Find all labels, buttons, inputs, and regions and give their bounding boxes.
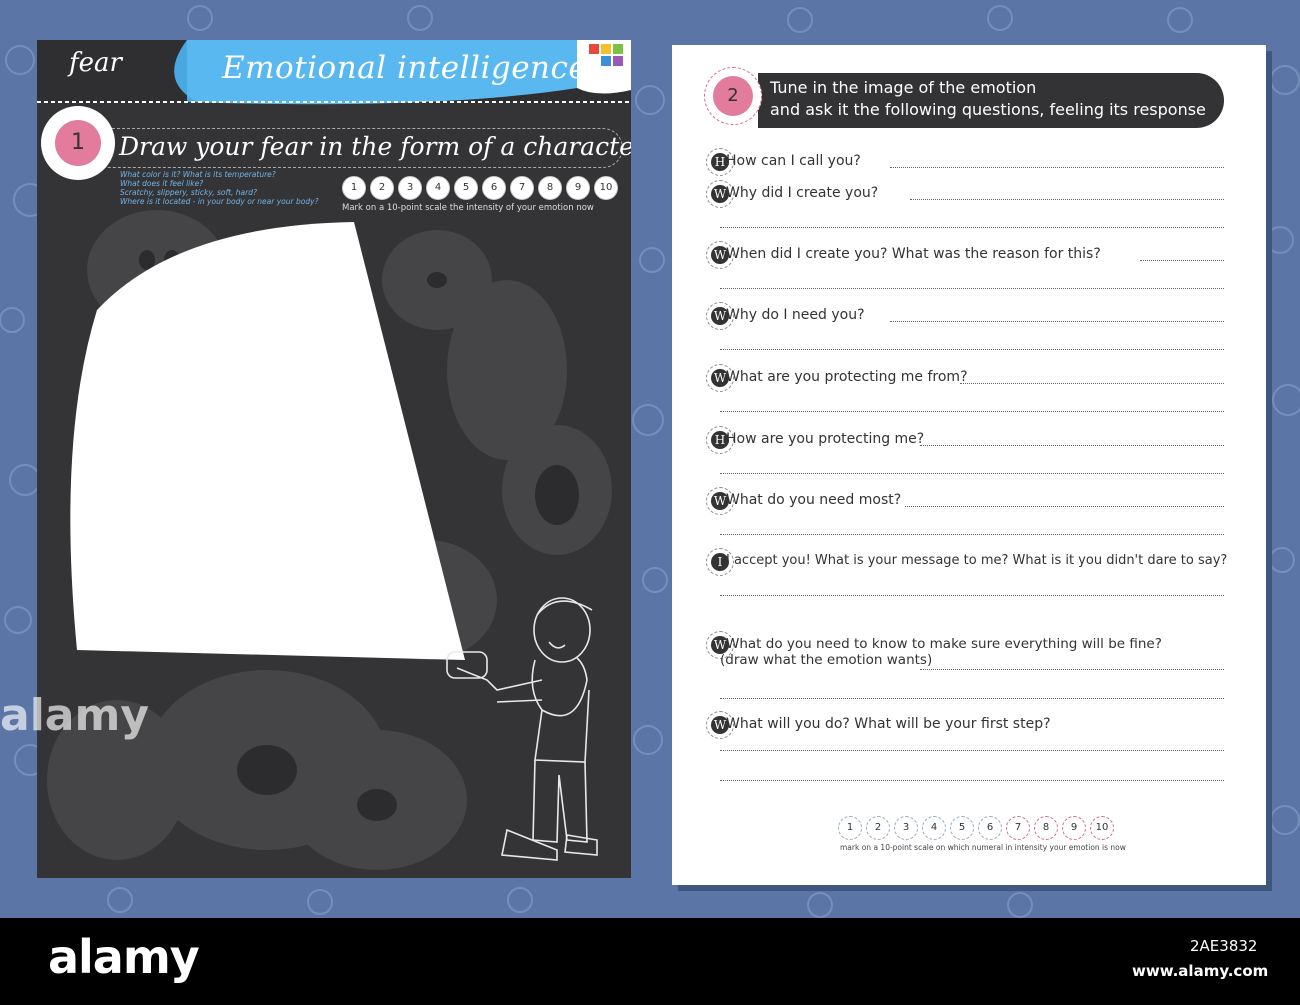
task1-number: 1 xyxy=(55,120,101,166)
question-text: I accept you! What is your message to me… xyxy=(726,553,1228,568)
scale-caption: Mark on a 10-point scale the intensity o… xyxy=(342,203,594,213)
task1-number-badge: 1 xyxy=(41,106,115,180)
image-code: 2AE3832 xyxy=(1190,937,1258,955)
scale-point[interactable]: 9 xyxy=(1062,816,1086,840)
hint-line: Scratchy, slippery, sticky, soft, hard? xyxy=(120,188,257,197)
task1-hints: What color is it? What is its temperatur… xyxy=(120,170,319,206)
side-watermark-logo: alamy xyxy=(0,690,149,741)
task2-number: 2 xyxy=(713,76,753,116)
answer-line[interactable] xyxy=(910,199,1224,200)
answer-line[interactable] xyxy=(720,473,1224,474)
answer-line[interactable] xyxy=(720,780,1224,781)
answer-line[interactable] xyxy=(920,669,1224,670)
scale-point[interactable]: 7 xyxy=(1006,816,1030,840)
task2-number-badge: 2 xyxy=(704,67,762,125)
task1-title: Draw your fear in the form of a characte… xyxy=(119,132,631,161)
alamy-logo: alamy xyxy=(48,930,200,984)
scale-point[interactable]: 5 xyxy=(454,176,478,200)
answer-line[interactable] xyxy=(905,506,1224,507)
scale-point[interactable]: 1 xyxy=(838,816,862,840)
scale-point[interactable]: 7 xyxy=(510,176,534,200)
question-item: W Why do I need you? xyxy=(706,302,1224,350)
answer-line[interactable] xyxy=(720,750,1224,751)
hint-line: What does it feel like? xyxy=(120,179,204,188)
question-item: W Why did I create you? xyxy=(706,180,1224,228)
question-item: W What do you need to know to make sure … xyxy=(706,631,1224,699)
scale-caption: mark on a 10-point scale on which numera… xyxy=(840,843,1126,852)
answer-line[interactable] xyxy=(890,167,1224,168)
scale-point[interactable]: 10 xyxy=(1090,816,1114,840)
scale-point[interactable]: 1 xyxy=(342,176,366,200)
answer-line[interactable] xyxy=(720,349,1224,350)
scale-point[interactable]: 2 xyxy=(370,176,394,200)
intensity-scale-right: 1 2 3 4 5 6 7 8 9 10 xyxy=(838,816,1114,840)
question-item: H How can I call you? xyxy=(706,148,1224,176)
scale-point[interactable]: 9 xyxy=(566,176,590,200)
scale-point[interactable]: 2 xyxy=(866,816,890,840)
question-item: W What do you need most? xyxy=(706,487,1224,535)
scale-point[interactable]: 6 xyxy=(978,816,1002,840)
task2-title: Tune in the image of the emotion and ask… xyxy=(770,77,1206,121)
scale-point[interactable]: 4 xyxy=(922,816,946,840)
question-text: What do you need to know to make sure ev… xyxy=(726,636,1162,652)
answer-line[interactable] xyxy=(920,445,1224,446)
task2-title-line: and ask it the following questions, feel… xyxy=(770,100,1206,119)
scale-point[interactable]: 8 xyxy=(538,176,562,200)
hint-line: Where is it located - in your body or ne… xyxy=(120,197,319,206)
answer-line[interactable] xyxy=(890,321,1224,322)
answer-line[interactable] xyxy=(720,227,1224,228)
scale-point[interactable]: 6 xyxy=(482,176,506,200)
answer-line[interactable] xyxy=(720,698,1224,699)
task2-title-line: Tune in the image of the emotion xyxy=(770,78,1037,97)
answer-line[interactable] xyxy=(720,595,1224,596)
right-worksheet-page: 2 Tune in the image of the emotion and a… xyxy=(672,45,1266,885)
watermark-url: www.alamy.com xyxy=(1132,962,1269,980)
scale-point[interactable]: 3 xyxy=(894,816,918,840)
scale-point[interactable]: 3 xyxy=(398,176,422,200)
scale-point[interactable]: 4 xyxy=(426,176,450,200)
question-item: W What are you protecting me from? xyxy=(706,364,1224,412)
answer-line[interactable] xyxy=(960,383,1224,384)
question-item: H How are you protecting me? xyxy=(706,426,1224,474)
scale-point[interactable]: 5 xyxy=(950,816,974,840)
worksheet-title: Emotional intelligence xyxy=(222,50,588,86)
scale-point[interactable]: 8 xyxy=(1034,816,1058,840)
answer-line[interactable] xyxy=(720,534,1224,535)
answer-line[interactable] xyxy=(720,411,1224,412)
scale-point[interactable]: 10 xyxy=(594,176,618,200)
question-note: (draw what the emotion wants) xyxy=(720,652,933,668)
intensity-scale-left: 1 2 3 4 5 6 7 8 9 10 xyxy=(342,176,618,200)
question-item: W What will you do? What will be your fi… xyxy=(706,711,1224,781)
hint-line: What color is it? What is its temperatur… xyxy=(120,170,276,179)
left-worksheet-page: fear Emotional intelligence 1 Draw your … xyxy=(37,40,631,878)
answer-line[interactable] xyxy=(720,288,1224,289)
question-item: W When did I create you? What was the re… xyxy=(706,241,1224,289)
question-item: I I accept you! What is your message to … xyxy=(706,548,1227,596)
question-text: What will you do? What will be your firs… xyxy=(726,716,1051,732)
emotion-tag: fear xyxy=(69,48,122,78)
answer-line[interactable] xyxy=(1140,260,1224,261)
